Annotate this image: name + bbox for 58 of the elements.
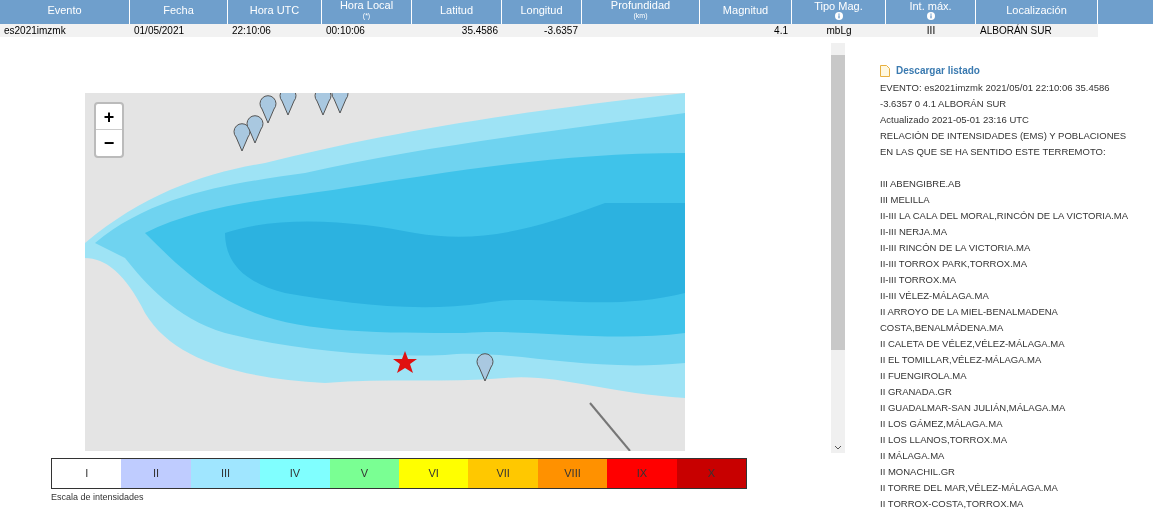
zoom-in-button[interactable]: + [96, 104, 122, 130]
place-intensity-text: II GRANADA.GR [880, 385, 953, 399]
place-intensity-text: II TORROX-COSTA,TORROX.MA [880, 497, 1025, 511]
map-pin-icon[interactable] [259, 95, 277, 124]
scale-swatch: X [676, 459, 747, 488]
map-pin-icon[interactable] [331, 93, 349, 114]
report-text: EVENTO: es2021imzmk 2021/05/01 22:10:06 35.4586 -3.6357 0 4.1 ALBORÁN SUR [880, 81, 1111, 111]
place-intensity-text: II-III TORROX.MA [880, 273, 958, 287]
table-cell: 35.4586 [461, 25, 498, 36]
scale-swatch: II [121, 459, 191, 488]
table-cell: 00:10:06 [326, 25, 365, 36]
map-pin-icon[interactable] [233, 123, 251, 152]
map-pin-icon[interactable] [476, 353, 494, 382]
place-intensity-text: II EL TOMILLAR,VÉLEZ-MÁLAGA.MA [880, 353, 1043, 367]
place-intensity-text: II-III TORROX PARK,TORROX.MA [880, 257, 1029, 271]
map-pin-icon[interactable] [246, 115, 264, 144]
scale-swatch: VII [468, 459, 538, 488]
zoom-out-button[interactable]: − [96, 130, 122, 156]
scale-swatch: V [329, 459, 400, 488]
place-intensity-text: II-III RINCÓN DE LA VICTORIA.MA [880, 241, 1032, 255]
scale-swatch: IV [260, 459, 330, 488]
place-intensity-text: II FUENGIROLA.MA [880, 369, 968, 383]
border-line [589, 402, 631, 451]
place-intensity-text: II LOS LLANOS,TORROX.MA [880, 433, 1009, 447]
scale-swatch: VI [399, 459, 469, 488]
scale-swatch: VIII [537, 459, 608, 488]
place-intensity-text: II-III VÉLEZ-MÁLAGA.MA [880, 289, 990, 303]
map-drawing[interactable]: + − [85, 93, 685, 451]
place-intensity-text: II LOS GÁMEZ,MÁLAGA.MA [880, 417, 1004, 431]
table-cell: es2021imzmk [4, 25, 66, 36]
report-text: Actualizado 2021-05-01 23:16 UTC [880, 113, 1030, 127]
scale-caption: Escala de intensidades [51, 491, 145, 504]
scale-swatch: III [190, 459, 261, 488]
place-intensity-text: II TORRE DEL MAR,VÉLEZ-MÁLAGA.MA [880, 481, 1059, 495]
table-cell: III [926, 25, 936, 36]
download-link[interactable]: Descargar listado [896, 63, 980, 78]
place-intensity-text: II-III LA CALA DEL MORAL,RINCÓN DE LA VICTORIA.MA [880, 209, 1130, 223]
place-intensity-text: II MONACHIL.GR [880, 465, 956, 479]
table-cell: 4.1 [774, 25, 788, 36]
table-cell: mbLg [826, 25, 852, 36]
place-intensity-text: II-III NERJA.MA [880, 225, 949, 239]
scale-swatch: IX [607, 459, 677, 488]
place-intensity-text: II MÁLAGA.MA [880, 449, 946, 463]
epicenter-star-icon [393, 351, 417, 373]
report-text: RELACIÓN DE INTENSIDADES (EMS) Y POBLACIONES EN LAS QUE SE HA SENTIDO ESTE TERREMOTO: [880, 129, 1128, 159]
place-intensity-text: II CALETA DE VÉLEZ,VÉLEZ-MÁLAGA.MA [880, 337, 1066, 351]
map-pin-icon[interactable] [314, 93, 332, 116]
place-intensity-text: III MELILLA [880, 193, 931, 207]
map-pin-icon[interactable] [279, 93, 297, 116]
table-cell: ALBORÁN SUR [980, 25, 1052, 36]
table-cell: -3.6357 [544, 25, 578, 36]
document-icon [880, 64, 890, 77]
place-intensity-text: II GUADALMAR-SAN JULIÁN,MÁLAGA.MA [880, 401, 1067, 415]
place-intensity-text: II ARROYO DE LA MIEL-BENALMADENA COSTA,BENALMÁDENA.MA [880, 305, 1059, 335]
scrollbar[interactable] [831, 43, 845, 453]
place-intensity-text: III ABENGIBRE.AB [880, 177, 962, 191]
table-cell: 01/05/2021 [134, 25, 185, 36]
table-cell: 22:10:06 [232, 25, 271, 36]
